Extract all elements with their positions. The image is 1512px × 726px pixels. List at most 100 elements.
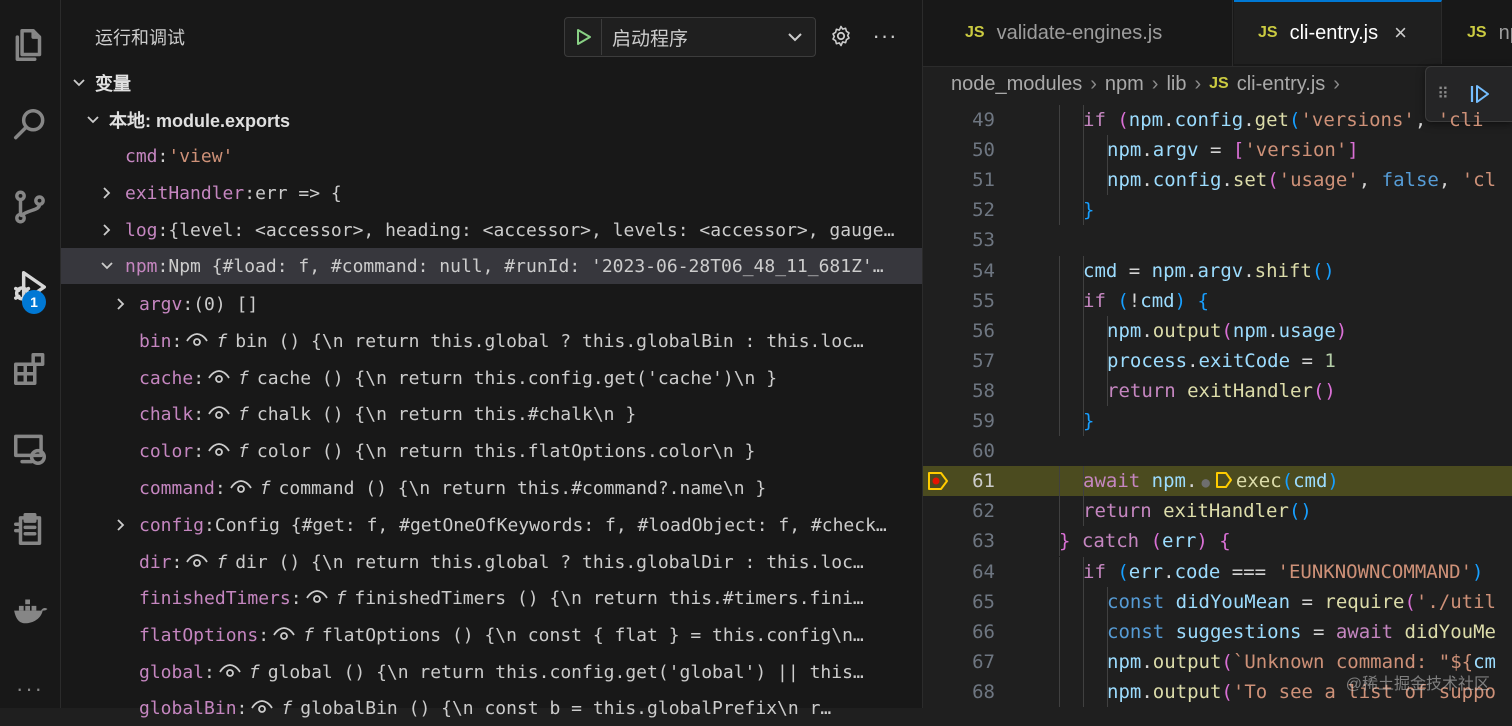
variable-row-globalbin[interactable]: globalBin: f globalBin () {\n const b = t… (61, 690, 922, 726)
variable-row-cmd[interactable]: cmd: 'view' (61, 138, 922, 174)
code-line[interactable]: 53 (923, 225, 1512, 255)
variable-row-cache[interactable]: cache: f cache () {\n return this.config.… (61, 360, 922, 396)
tab-validate-engines[interactable]: JS validate-engines.js (923, 0, 1233, 66)
variable-value: Config {#get: f, #getOneOfKeywords: f, #… (214, 514, 887, 536)
indent-guide (1083, 646, 1084, 677)
code-line[interactable]: 50 npm.argv = ['version'] (923, 135, 1512, 166)
code-line[interactable]: 60 (923, 436, 1512, 466)
indent-guide (1059, 165, 1060, 196)
chevron-right-icon (95, 185, 119, 201)
code-line[interactable]: 54 cmd = npm.argv.shift() (923, 255, 1512, 286)
inline-breakpoint-icon[interactable]: ● (1201, 475, 1209, 491)
variable-row-command[interactable]: command: f command () {\n return this.#co… (61, 470, 922, 506)
tab-label: cli-entry.js (1289, 21, 1379, 44)
indent-guide (1059, 285, 1060, 316)
launch-config-dropdown[interactable]: 启动程序 (564, 17, 816, 57)
code-line[interactable]: 65 const didYouMean = require('./util (923, 586, 1512, 617)
code-line-current[interactable]: 61 await npm. ● exec(cmd) (923, 466, 1512, 497)
code-token: npm (1107, 650, 1142, 673)
code-token: ( (1221, 319, 1233, 342)
getter-eye-icon[interactable] (208, 443, 232, 459)
continue-icon (1470, 85, 1489, 103)
variable-row-exithandler[interactable]: exitHandler: err => { (61, 175, 922, 211)
testing-icon[interactable] (0, 500, 60, 558)
getter-eye-icon[interactable] (208, 406, 232, 422)
docker-icon[interactable] (0, 580, 60, 638)
source-control-icon[interactable] (0, 178, 60, 236)
getter-eye-icon[interactable] (305, 590, 330, 606)
chevron-right-icon (95, 222, 119, 238)
variable-row-dir[interactable]: dir: f dir () {\n return this.global ? th… (61, 544, 922, 580)
editor-tab-bar: JS validate-engines.js JS cli-entry.js ×… (923, 0, 1512, 67)
variable-row-flatoptions[interactable]: flatOptions: f flatOptions () {\n const {… (61, 617, 922, 653)
code-line[interactable]: 63} catch (err) { (923, 526, 1512, 557)
code-token: 'usage' (1278, 169, 1359, 192)
code-token: return (1083, 500, 1152, 523)
code-line[interactable]: 57 process.exitCode = 1 (923, 345, 1512, 376)
variable-row-finishedtimers[interactable]: finishedTimers: f finishedTimers () {\n r… (61, 580, 922, 616)
open-launch-json-button[interactable] (825, 20, 857, 52)
code-line[interactable]: 55 if (!cmd) { (923, 285, 1512, 316)
code-token: argv (1152, 139, 1199, 162)
code-line[interactable]: 58 return exitHandler() (923, 375, 1512, 406)
code-token: } (1083, 410, 1095, 432)
close-icon[interactable]: × (1394, 20, 1407, 46)
line-number: 66 (972, 620, 995, 643)
breadcrumb-item[interactable]: cli-entry.js (1237, 73, 1326, 96)
start-debugging-button[interactable] (565, 19, 602, 55)
variable-name: dir (139, 551, 172, 573)
code-line[interactable]: 51 npm.config.set('usage', false, 'cl (923, 165, 1512, 196)
code-line[interactable]: 64 if (err.code === 'EUNKNOWNCOMMAND') (923, 556, 1512, 587)
code-token: 'EUNKNOWNCOMMAND' (1277, 560, 1473, 583)
more-icon[interactable]: ··· (0, 660, 60, 718)
extensions-icon[interactable] (0, 340, 60, 398)
code-line[interactable]: 59} (923, 406, 1512, 436)
getter-eye-icon[interactable] (219, 664, 243, 680)
getter-eye-icon[interactable] (273, 627, 297, 643)
more-actions-button[interactable]: ··· (869, 20, 901, 52)
getter-eye-icon[interactable] (186, 333, 210, 349)
variable-row-npm[interactable]: npm: Npm {#load: f, #command: null, #run… (61, 248, 922, 284)
breadcrumb-item[interactable]: npm (1105, 73, 1144, 96)
indent-guide (1059, 105, 1060, 135)
variable-row-color[interactable]: color: f color () {\n return this.flatOpt… (61, 433, 922, 469)
drag-handle-icon[interactable]: ⠿ (1426, 84, 1460, 104)
line-number: 57 (972, 349, 995, 372)
getter-eye-icon[interactable] (208, 370, 232, 386)
variable-row-global[interactable]: global: f global () {\n return this.confi… (61, 654, 922, 690)
variable-row-log[interactable]: log: {level: <accessor>, heading: <acces… (61, 212, 922, 248)
getter-eye-icon[interactable] (229, 480, 254, 496)
getter-eye-icon[interactable] (251, 700, 275, 716)
breadcrumb-item[interactable]: node_modules (951, 73, 1082, 96)
breadcrumb-item[interactable]: lib (1166, 73, 1186, 96)
chevron-down-icon (67, 75, 91, 91)
code-line[interactable]: 52} (923, 195, 1512, 226)
indent-guide (1059, 556, 1060, 587)
variables-section-header[interactable]: 变量 (61, 65, 922, 101)
function-marker: f (216, 551, 228, 573)
line-number: 64 (972, 560, 995, 583)
tab-cli-entry[interactable]: JS cli-entry.js × (1234, 0, 1442, 64)
variable-name: cache (139, 367, 194, 389)
variable-row-chalk[interactable]: chalk: f chalk () {\n return this.#chalk\… (61, 396, 922, 432)
code-token: output (1152, 319, 1222, 342)
code-line[interactable]: 56 npm.output(npm.usage) (923, 315, 1512, 346)
variable-row-bin[interactable]: bin: f bin () {\n return this.global ? th… (61, 323, 922, 359)
getter-eye-icon[interactable] (186, 554, 210, 570)
explorer-icon[interactable] (0, 16, 60, 74)
variable-row-config[interactable]: config: Config {#get: f, #getOneOfKeywor… (61, 507, 922, 543)
continue-button[interactable] (1460, 83, 1500, 105)
code-line[interactable]: 66 const suggestions = await didYouMe (923, 616, 1512, 647)
scope-row-local[interactable]: 本地: module.exports (61, 102, 922, 138)
tab-np[interactable]: JS np (1443, 0, 1512, 66)
js-file-icon: JS (965, 24, 985, 41)
code-line[interactable]: 62 return exitHandler() (923, 496, 1512, 527)
search-icon[interactable] (0, 96, 60, 154)
variable-row-argv[interactable]: argv: (0) [] (61, 286, 922, 322)
code-text: if (err.code === 'EUNKNOWNCOMMAND') (1083, 557, 1483, 587)
code-text: } (1083, 195, 1094, 225)
remote-explorer-icon[interactable] (0, 420, 60, 478)
line-number: 56 (972, 319, 995, 342)
code-line[interactable]: 49 if (npm.config.get('versions', 'cli (923, 105, 1512, 135)
